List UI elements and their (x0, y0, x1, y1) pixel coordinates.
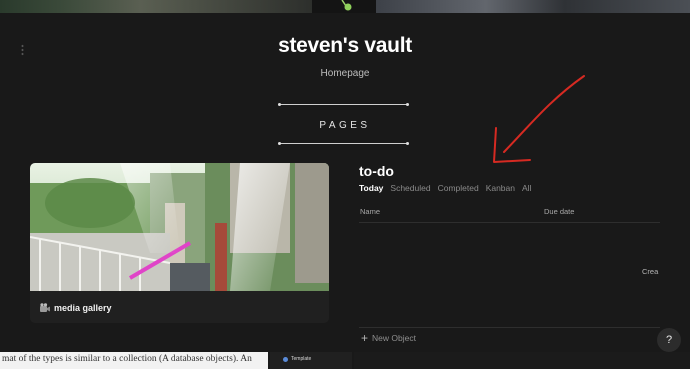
background-window-bottom (354, 352, 690, 369)
film-camera-icon (40, 303, 50, 312)
divider-top (278, 103, 409, 106)
background-thumbnail-left (0, 0, 312, 13)
green-pin-icon (341, 0, 352, 11)
todo-title[interactable]: to-do (359, 163, 394, 179)
template-icon (283, 356, 288, 362)
media-gallery-text: media gallery (54, 303, 112, 313)
gallery-cover-image (30, 163, 329, 291)
column-header-name[interactable]: Name (360, 207, 380, 216)
red-annotation-arrow-icon (493, 75, 585, 163)
media-gallery-card[interactable]: media gallery (30, 163, 329, 323)
media-gallery-label[interactable]: media gallery (39, 302, 112, 314)
background-template-item: Template (283, 356, 311, 362)
divider-bottom (278, 142, 409, 145)
background-window-strip (0, 0, 690, 13)
todo-view-tabs: Today Scheduled Completed Kanban All (359, 183, 531, 193)
template-label: Template (291, 356, 312, 362)
tab-completed[interactable]: Completed (438, 183, 479, 193)
tab-today[interactable]: Today (359, 183, 383, 193)
column-header-due-date[interactable]: Due date (544, 207, 574, 216)
tab-all[interactable]: All (522, 183, 531, 193)
background-document: mat of the types is similar to a collect… (0, 352, 268, 369)
new-object-button[interactable]: + New Object (361, 331, 416, 345)
help-button[interactable]: ? (657, 328, 681, 352)
background-thumbnail-right (376, 0, 690, 13)
plus-icon: + (361, 331, 369, 345)
background-document-text: mat of the types is similar to a collect… (2, 354, 252, 364)
truncated-column-text[interactable]: Crea (642, 267, 658, 276)
tab-kanban[interactable]: Kanban (486, 183, 515, 193)
table-footer-divider (359, 327, 660, 328)
page-title: steven's vault (278, 34, 412, 57)
background-sidebar: Template (270, 352, 352, 369)
tab-scheduled[interactable]: Scheduled (390, 183, 430, 193)
new-object-label: New Object (372, 333, 416, 343)
table-header-divider (359, 222, 660, 223)
